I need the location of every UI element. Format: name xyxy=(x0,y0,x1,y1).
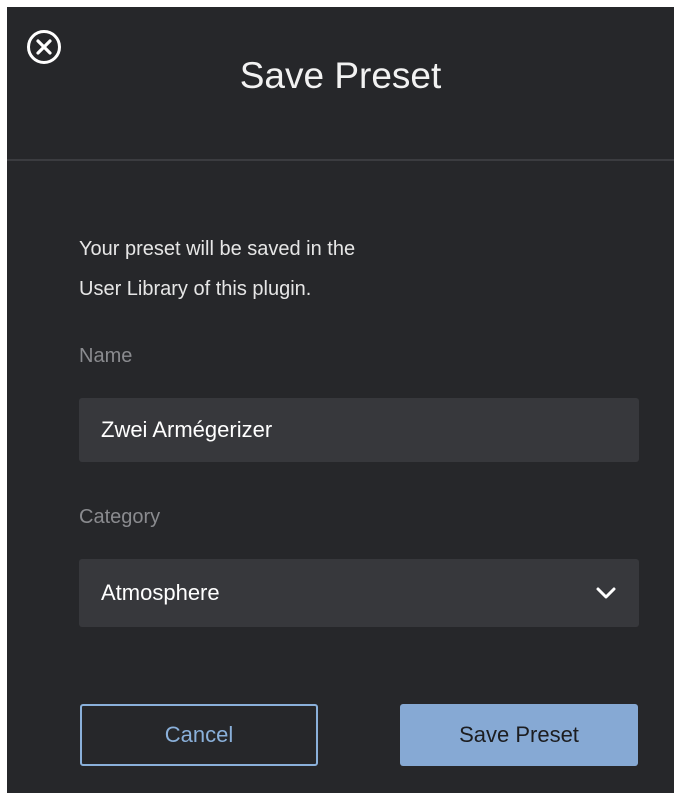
dialog-title: Save Preset xyxy=(239,55,442,96)
description-text: Your preset will be saved in the User Li… xyxy=(79,229,499,309)
category-selected-value: Atmosphere xyxy=(101,580,220,605)
preset-name-input[interactable] xyxy=(79,398,639,462)
category-label: Category xyxy=(79,506,161,528)
chevron-down-icon xyxy=(596,587,616,599)
name-label: Name xyxy=(79,345,133,367)
save-preset-dialog: Save Preset Your preset will be saved in… xyxy=(7,7,674,793)
dialog-header: Save Preset xyxy=(7,7,674,159)
header-divider xyxy=(7,159,674,161)
category-dropdown[interactable]: Atmosphere xyxy=(79,559,639,627)
save-preset-button[interactable]: Save Preset xyxy=(400,704,638,766)
cancel-button[interactable]: Cancel xyxy=(80,704,318,766)
description-line-2: User Library of this plugin. xyxy=(79,278,312,300)
description-line-1: Your preset will be saved in the xyxy=(79,238,356,260)
